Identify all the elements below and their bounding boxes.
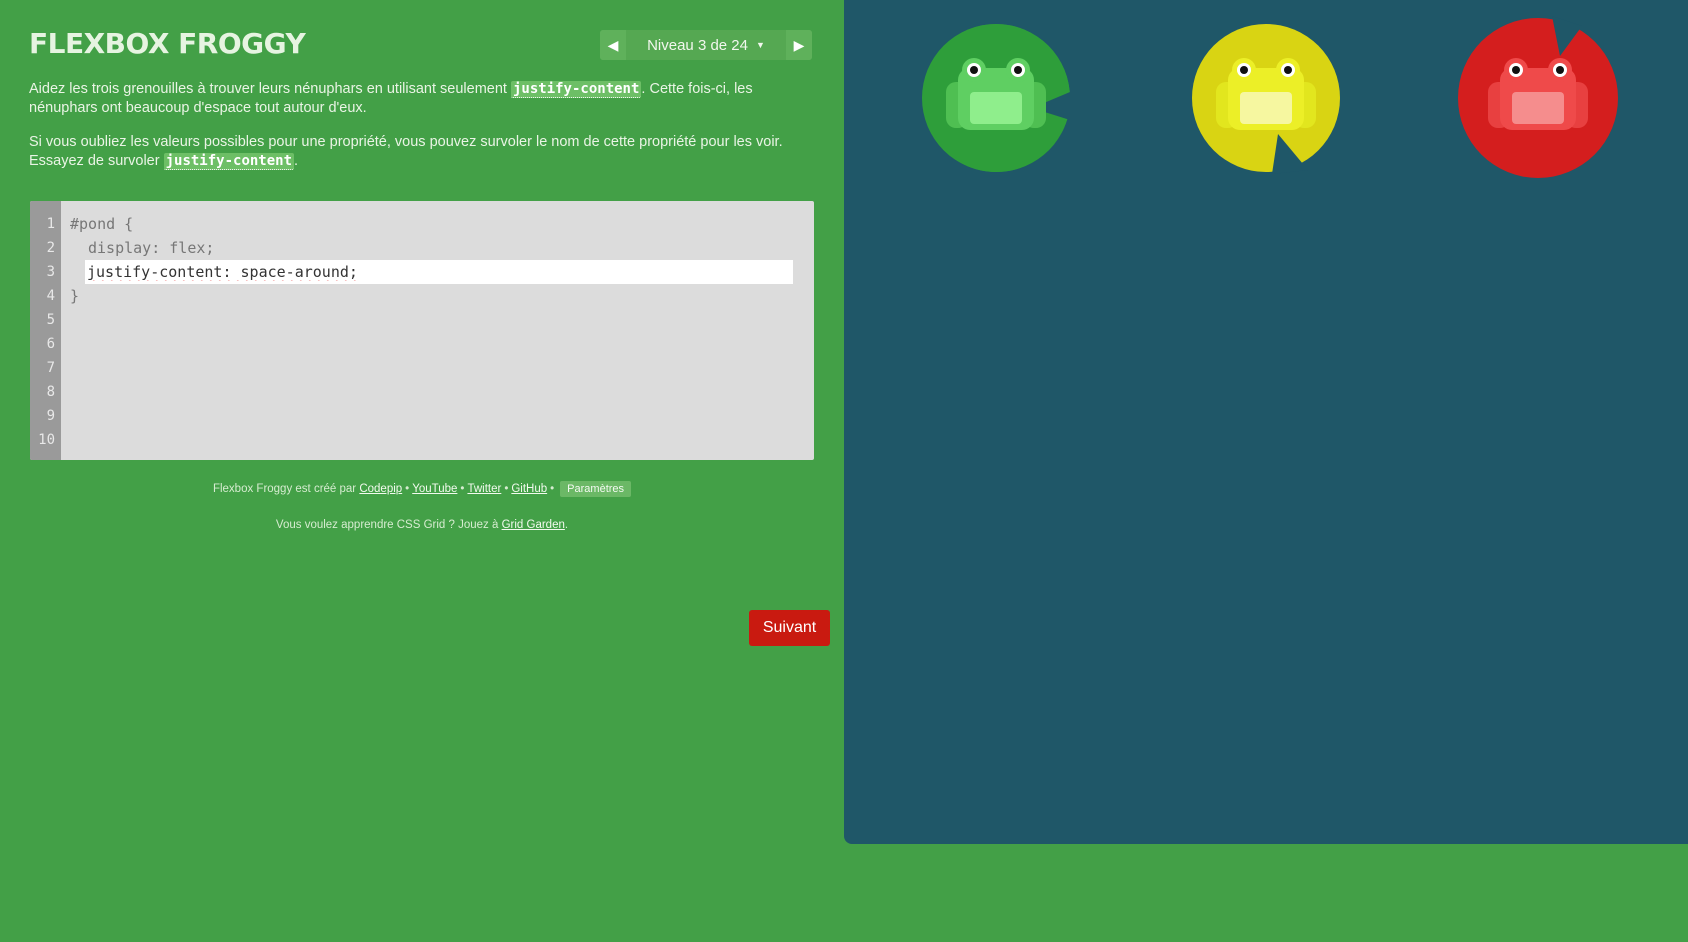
line-number: 1 [46,216,55,232]
pond [844,0,1688,844]
code-line-selector: #pond { [70,215,134,233]
sidebar: Flexbox Froggy ◀ Niveau 3 de 24 ▼ ▶ Aide… [0,0,844,942]
line-number: 3 [46,264,55,280]
instructions-text: . [294,153,299,169]
frog-icon [1486,54,1590,136]
css-code-input[interactable] [85,260,793,284]
property-help-justify-content[interactable]: justify-content [510,81,642,98]
previous-level-button[interactable]: ◀ [600,30,626,60]
level-text: Niveau 3 de 24 [647,36,748,54]
grid-garden-promo: Vous voulez apprendre CSS Grid ? Jouez à… [0,519,844,531]
instructions-paragraph-1: Aidez les trois grenouilles à trouver le… [29,80,789,118]
settings-button[interactable]: Paramètres [560,481,632,497]
promo-text: Vous voulez apprendre CSS Grid ? Jouez à [275,519,502,531]
frog-icon [1214,54,1318,136]
next-level-button[interactable]: ▶ [786,30,812,60]
youtube-link[interactable]: YouTube [412,483,457,495]
grid-garden-link[interactable]: Grid Garden [502,519,565,531]
credits: Flexbox Froggy est créé par Codepip • YouT… [0,481,844,497]
next-button[interactable]: Suivant [749,610,830,646]
level-navigation: ◀ Niveau 3 de 24 ▼ ▶ [600,30,812,60]
instructions-text: Aidez les trois grenouilles à trouver le… [29,81,511,97]
line-number: 5 [46,312,55,328]
separator: • [504,483,509,495]
separator: • [550,483,555,495]
triangle-right-icon: ▶ [793,36,805,53]
line-numbers: 1 2 3 4 5 6 7 8 9 10 [30,201,61,460]
separator: • [405,483,410,495]
line-number: 9 [46,408,55,424]
line-number: 6 [46,336,55,352]
twitter-link[interactable]: Twitter [467,483,501,495]
instructions-text: Si vous oubliez les valeurs possibles po… [29,134,783,169]
separator: • [460,483,465,495]
property-help-justify-content[interactable]: justify-content [163,153,295,170]
line-number: 7 [46,360,55,376]
level-indicator[interactable]: Niveau 3 de 24 ▼ [626,30,786,60]
app-title: Flexbox Froggy [29,27,306,60]
caret-down-icon: ▼ [755,40,765,50]
line-number: 8 [46,384,55,400]
promo-text: . [564,519,569,531]
code-line-closing-brace: } [70,287,80,305]
triangle-left-icon: ◀ [607,36,619,53]
line-number: 4 [46,288,55,304]
instructions-paragraph-2: Si vous oubliez les valeurs possibles po… [29,133,789,171]
css-editor: 1 2 3 4 5 6 7 8 9 10 #pond { display: fl… [30,201,830,646]
credits-text: Flexbox Froggy est créé par [212,483,360,495]
code-area: #pond { display: flex; } [70,212,804,308]
github-link[interactable]: GitHub [511,483,547,495]
line-number: 2 [46,240,55,256]
line-number: 10 [38,432,55,448]
code-line-display: display: flex; [88,239,215,257]
codepip-link[interactable]: Codepip [359,483,402,495]
frog-icon [944,54,1048,136]
